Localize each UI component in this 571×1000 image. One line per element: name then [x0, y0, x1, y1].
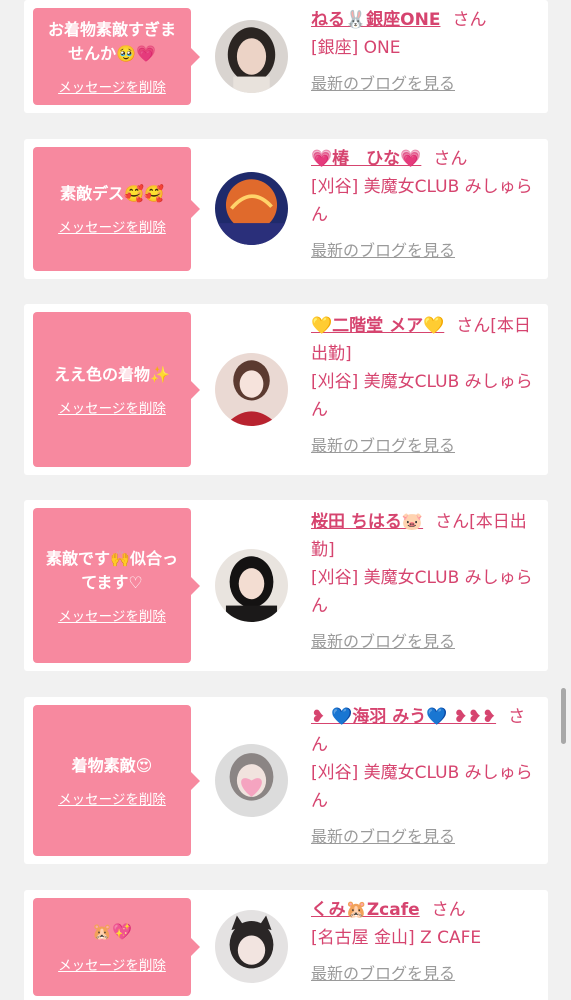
avatar[interactable] — [215, 172, 288, 245]
message-text: お着物素敵すぎませんか🥹💗 — [47, 19, 176, 63]
message-card: 素敵です🙌似合ってます♡ メッセージを削除 桜田 ちはる🐷 さん[本日出勤] [刈… — [24, 500, 548, 671]
message-text: 素敵です🙌似合ってます♡ — [46, 548, 178, 592]
message-card: 🐹💖 メッセージを削除 くみ🐹Zcafe さん [名古屋 金山] Z CAFE 最… — [24, 890, 548, 1000]
sender-info: 💛二階堂 メア💛 さん[本日出勤] [刈谷] 美魔女CLUB みしゅらん 最新のブ… — [311, 312, 541, 460]
message-card: ええ色の着物✨ メッセージを削除 💛二階堂 メア💛 さん[本日出勤] [刈谷] 美… — [24, 304, 548, 475]
delete-message-link[interactable]: メッセージを削除 — [58, 216, 166, 236]
sender-name-link[interactable]: ねる🐰銀座ONE — [311, 10, 440, 30]
message-text: ええ色の着物✨ — [54, 364, 170, 384]
shop-name: [名古屋 金山] Z CAFE — [311, 928, 482, 948]
view-latest-blog-link[interactable]: 最新のブログを見る — [311, 70, 455, 98]
view-latest-blog-link[interactable]: 最新のブログを見る — [311, 823, 455, 851]
avatar-neon-sign-icon — [215, 172, 288, 245]
shop-name: [刈谷] 美魔女CLUB みしゅらん — [311, 568, 533, 616]
sender-suffix: さん — [431, 900, 466, 920]
view-latest-blog-link[interactable]: 最新のブログを見る — [311, 960, 455, 988]
avatar[interactable] — [215, 549, 288, 622]
message-bubble: 🐹💖 メッセージを削除 — [33, 898, 200, 996]
message-card: お着物素敵すぎませんか🥹💗 メッセージを削除 ねる🐰銀座ONE さん [銀座] O… — [24, 0, 548, 113]
delete-message-link[interactable]: メッセージを削除 — [58, 605, 166, 625]
delete-message-link[interactable]: メッセージを削除 — [58, 76, 166, 96]
sender-name-link[interactable]: 💗椿 ひな💗 — [311, 149, 421, 169]
sender-name-link[interactable]: ❥ 💙海羽 みう💙 ❥❥❥ — [311, 707, 496, 727]
avatar[interactable] — [215, 20, 288, 93]
message-bubble: ええ色の着物✨ メッセージを削除 — [33, 312, 200, 467]
message-text: 素敵デス🥰🥰 — [60, 184, 164, 203]
sender-suffix: さん — [433, 149, 468, 169]
sender-name-link[interactable]: くみ🐹Zcafe — [311, 900, 420, 920]
sender-info: 💗椿 ひな💗 さん [刈谷] 美魔女CLUB みしゅらん 最新のブログを見る — [311, 145, 541, 265]
avatar-woman-red-outfit-icon — [215, 353, 288, 426]
sender-info: くみ🐹Zcafe さん [名古屋 金山] Z CAFE 最新のブログを見る — [311, 896, 541, 988]
view-latest-blog-link[interactable]: 最新のブログを見る — [311, 432, 455, 460]
message-bubble: 素敵デス🥰🥰 メッセージを削除 — [33, 147, 200, 271]
avatar-woman-cat-ears-icon — [215, 910, 288, 983]
message-bubble: お着物素敵すぎませんか🥹💗 メッセージを削除 — [33, 8, 200, 105]
avatar-woman-dark-hair-icon — [215, 20, 288, 93]
scrollbar[interactable] — [561, 688, 566, 744]
sender-suffix: さん — [452, 10, 487, 30]
sender-name-link[interactable]: 桜田 ちはる🐷 — [311, 512, 423, 532]
avatar[interactable] — [215, 744, 288, 817]
message-card: 素敵デス🥰🥰 メッセージを削除 💗椿 ひな💗 さん [刈谷] 美魔女CLUB みし… — [24, 139, 548, 279]
message-text: 着物素敵😍 — [71, 755, 153, 775]
view-latest-blog-link[interactable]: 最新のブログを見る — [311, 237, 455, 265]
shop-name: [刈谷] 美魔女CLUB みしゅらん — [311, 372, 533, 420]
sender-info: 桜田 ちはる🐷 さん[本日出勤] [刈谷] 美魔女CLUB みしゅらん 最新のブロ… — [311, 508, 541, 656]
message-card: 着物素敵😍 メッセージを削除 ❥ 💙海羽 みう💙 ❥❥❥ さん [刈谷] 美魔女C… — [24, 697, 548, 864]
sender-info: ねる🐰銀座ONE さん [銀座] ONE 最新のブログを見る — [311, 6, 541, 98]
sender-name-link[interactable]: 💛二階堂 メア💛 — [311, 316, 444, 336]
avatar-woman-heart-sticker-icon — [215, 744, 288, 817]
view-latest-blog-link[interactable]: 最新のブログを見る — [311, 628, 455, 656]
avatar[interactable] — [215, 353, 288, 426]
delete-message-link[interactable]: メッセージを削除 — [58, 397, 166, 417]
message-text: 🐹💖 — [92, 922, 132, 941]
delete-message-link[interactable]: メッセージを削除 — [58, 788, 166, 808]
message-bubble: 着物素敵😍 メッセージを削除 — [33, 705, 200, 856]
shop-name: [刈谷] 美魔女CLUB みしゅらん — [311, 177, 533, 225]
message-bubble: 素敵です🙌似合ってます♡ メッセージを削除 — [33, 508, 200, 663]
sender-info: ❥ 💙海羽 みう💙 ❥❥❥ さん [刈谷] 美魔女CLUB みしゅらん 最新のブロ… — [311, 703, 541, 851]
shop-name: [銀座] ONE — [311, 38, 401, 58]
avatar-woman-black-hair-icon — [215, 549, 288, 622]
avatar[interactable] — [215, 910, 288, 983]
shop-name: [刈谷] 美魔女CLUB みしゅらん — [311, 763, 533, 811]
delete-message-link[interactable]: メッセージを削除 — [58, 954, 166, 974]
